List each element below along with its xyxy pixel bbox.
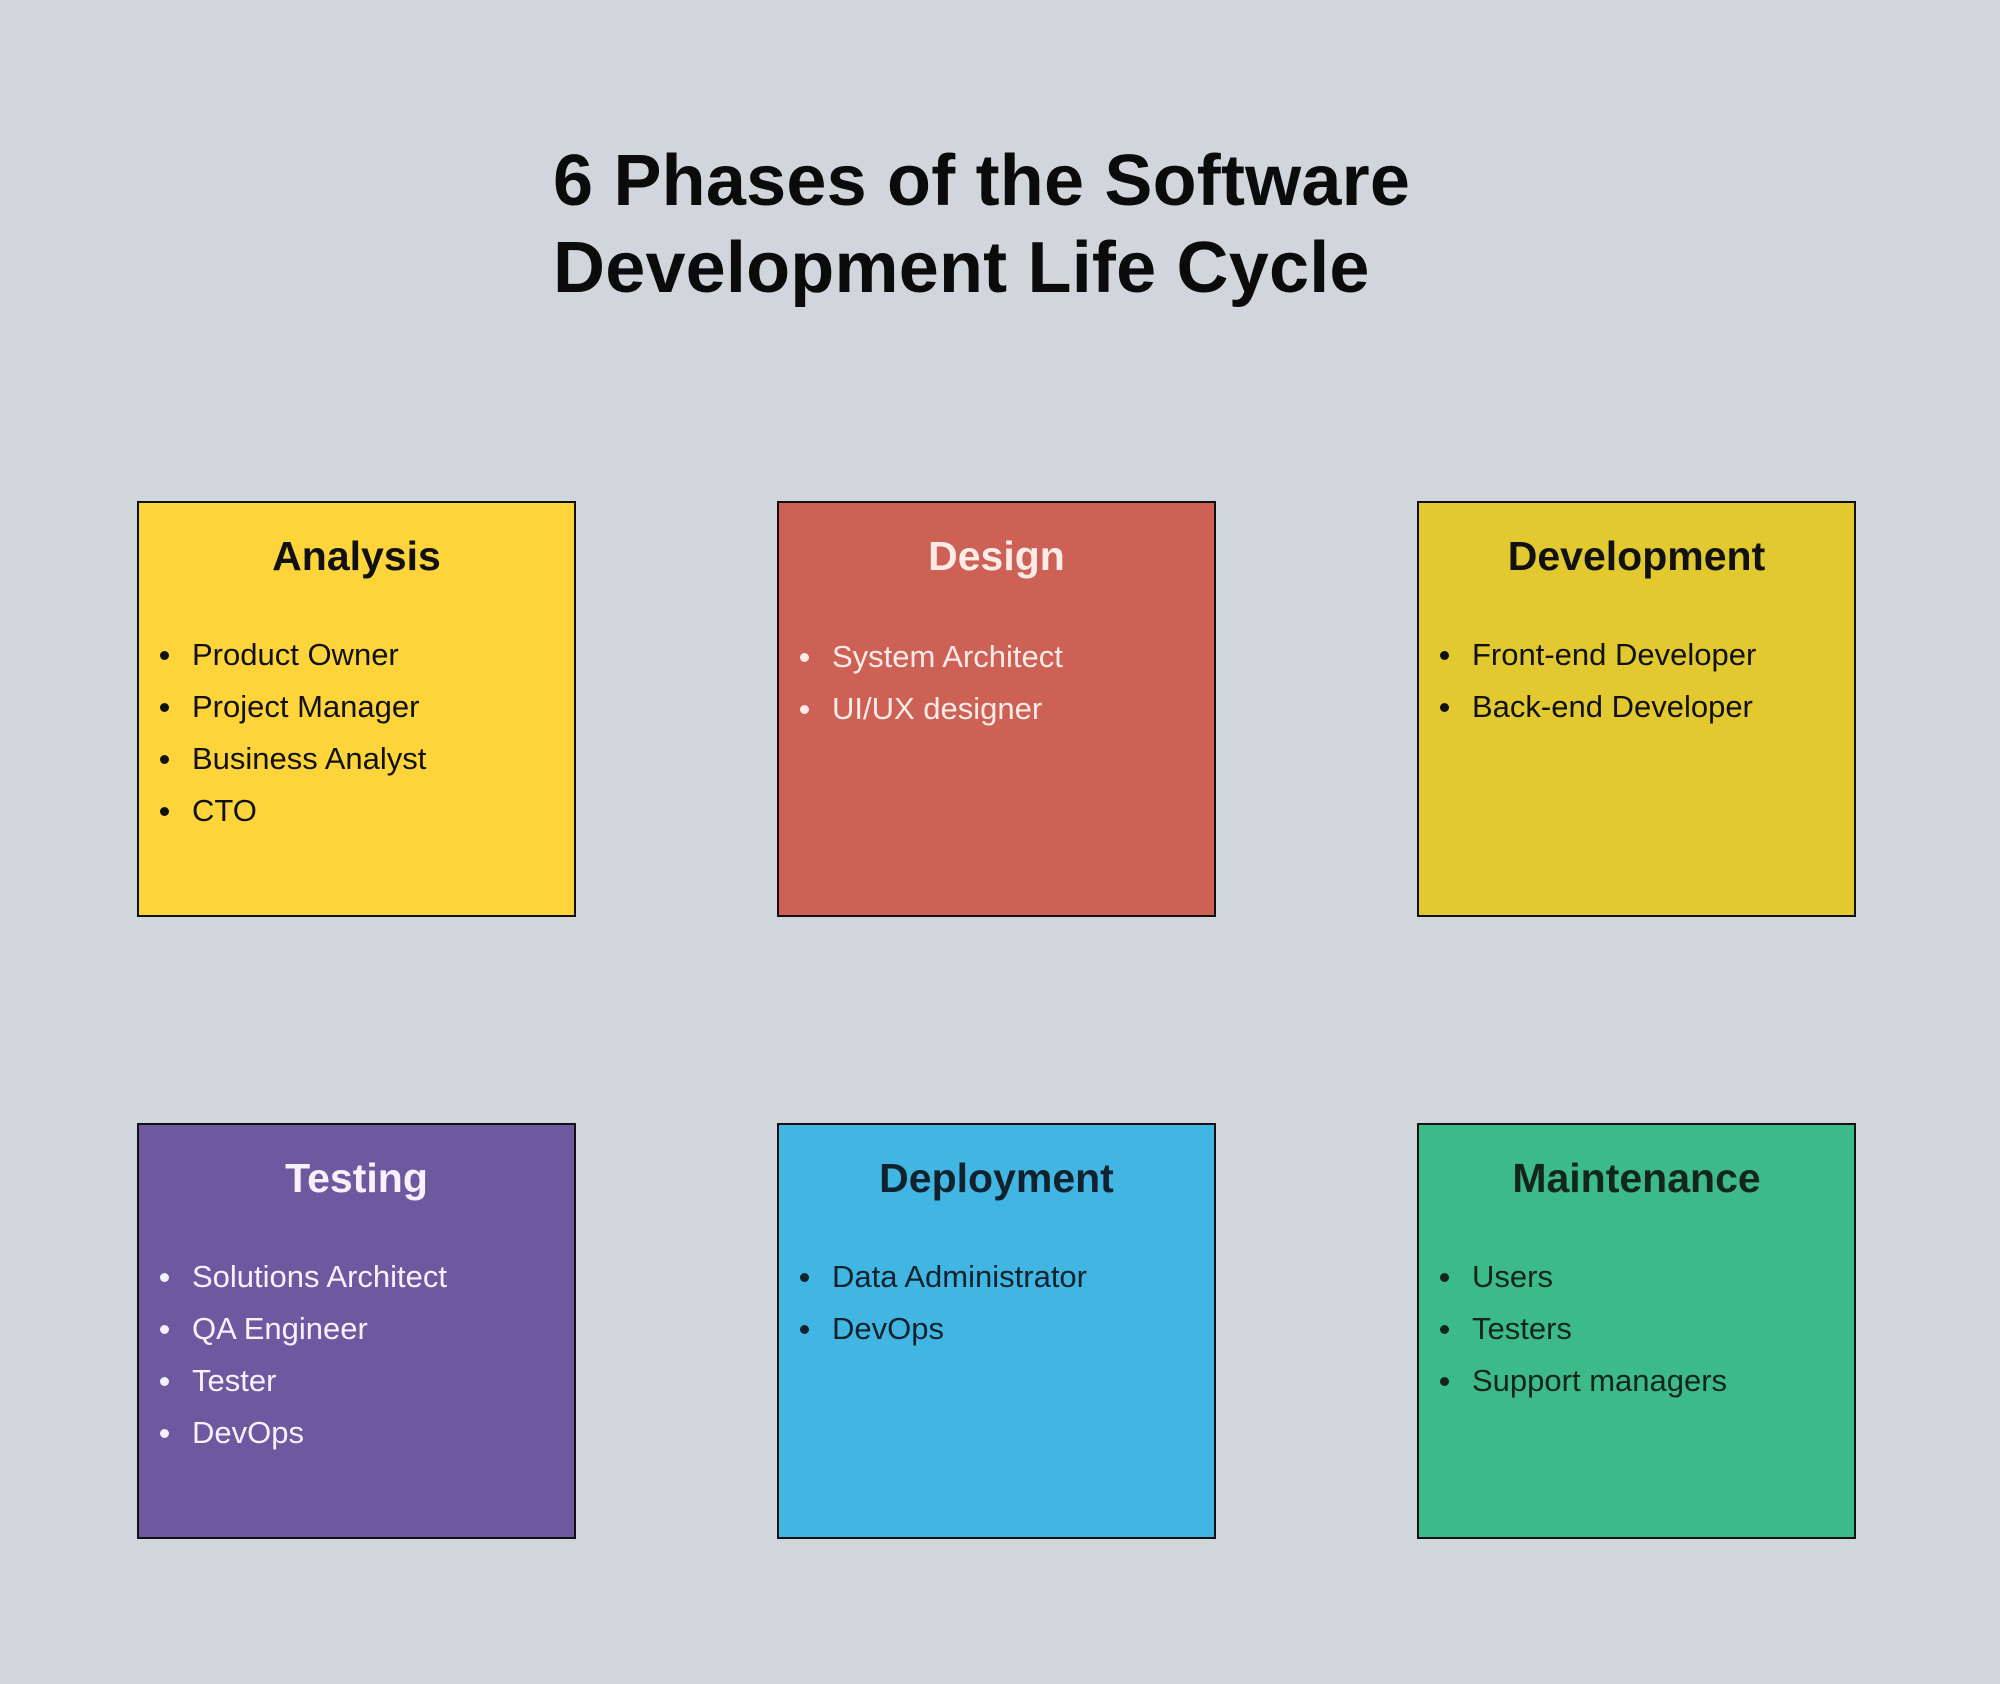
title-line-1: 6 Phases of the Software xyxy=(553,141,1411,221)
phase-heading: Design xyxy=(928,533,1065,579)
bullet-icon xyxy=(160,1429,169,1438)
bullet-icon xyxy=(160,1273,169,1282)
phase-heading: Analysis xyxy=(272,533,441,579)
bullet-icon xyxy=(160,807,169,816)
bullet-icon xyxy=(160,703,169,712)
role-item: Project Manager xyxy=(139,681,574,733)
bullet-icon xyxy=(800,1325,809,1334)
phase-heading: Maintenance xyxy=(1512,1155,1761,1201)
role-label: CTO xyxy=(192,793,257,828)
role-label: Data Administrator xyxy=(832,1259,1087,1294)
role-label: Project Manager xyxy=(192,689,420,724)
bullet-icon xyxy=(800,1273,809,1282)
role-item: QA Engineer xyxy=(139,1303,574,1355)
phase-card-analysis: Analysis Product Owner Project Manager B… xyxy=(137,501,576,917)
bullet-icon xyxy=(1440,703,1449,712)
role-label: Testers xyxy=(1472,1311,1572,1346)
role-label: Front-end Developer xyxy=(1472,637,1757,672)
bullet-icon xyxy=(1440,1377,1449,1386)
role-label: UI/UX designer xyxy=(832,691,1043,726)
role-label: DevOps xyxy=(192,1415,304,1450)
bullet-icon xyxy=(1440,1325,1449,1334)
bullet-icon xyxy=(1440,651,1449,660)
title-line-2: Development Life Cycle xyxy=(553,228,1370,308)
role-label: Product Owner xyxy=(192,637,399,672)
role-item: Testers xyxy=(1419,1303,1854,1355)
role-item: Data Administrator xyxy=(779,1251,1214,1303)
phase-heading: Testing xyxy=(285,1155,428,1201)
role-item: Back-end Developer xyxy=(1419,681,1854,733)
bullet-icon xyxy=(160,1325,169,1334)
bullet-icon xyxy=(800,653,809,662)
role-item: System Architect xyxy=(779,631,1214,683)
role-item: DevOps xyxy=(779,1303,1214,1355)
bullet-icon xyxy=(160,1377,169,1386)
bullet-icon xyxy=(160,755,169,764)
role-label: Support managers xyxy=(1472,1363,1728,1398)
role-label: Tester xyxy=(192,1363,277,1398)
role-list: Data Administrator DevOps xyxy=(779,1251,1214,1355)
role-item: Solutions Architect xyxy=(139,1251,574,1303)
role-list: Product Owner Project Manager Business A… xyxy=(139,629,574,837)
role-list: Solutions Architect QA Engineer Tester D… xyxy=(139,1251,574,1459)
phase-card-design: Design System Architect UI/UX designer xyxy=(777,501,1216,917)
bullet-icon xyxy=(800,705,809,714)
role-label: System Architect xyxy=(832,639,1063,674)
phase-heading: Development xyxy=(1507,533,1766,579)
role-label: Back-end Developer xyxy=(1472,689,1753,724)
phase-card-testing: Testing Solutions Architect QA Engineer … xyxy=(137,1123,576,1539)
bullet-icon xyxy=(160,651,169,660)
phase-card-deployment: Deployment Data Administrator DevOps xyxy=(777,1123,1216,1539)
role-label: Users xyxy=(1472,1259,1553,1294)
role-item: UI/UX designer xyxy=(779,683,1214,735)
role-item: Users xyxy=(1419,1251,1854,1303)
phase-card-maintenance: Maintenance Users Testers Support manage… xyxy=(1417,1123,1856,1539)
role-list: System Architect UI/UX designer xyxy=(779,631,1214,735)
role-item: Product Owner xyxy=(139,629,574,681)
role-label: Solutions Architect xyxy=(192,1259,448,1294)
role-label: QA Engineer xyxy=(192,1311,368,1346)
page-title: 6 Phases of the Software Development Lif… xyxy=(553,138,1410,312)
role-item: Front-end Developer xyxy=(1419,629,1854,681)
phase-card-development: Development Front-end Developer Back-end… xyxy=(1417,501,1856,917)
role-list: Front-end Developer Back-end Developer xyxy=(1419,629,1854,733)
role-label: Business Analyst xyxy=(192,741,427,776)
role-item: DevOps xyxy=(139,1407,574,1459)
role-label: DevOps xyxy=(832,1311,944,1346)
bullet-icon xyxy=(1440,1273,1449,1282)
role-item: Support managers xyxy=(1419,1355,1854,1407)
role-item: CTO xyxy=(139,785,574,837)
phase-heading: Deployment xyxy=(879,1155,1114,1201)
role-list: Users Testers Support managers xyxy=(1419,1251,1854,1407)
role-item: Business Analyst xyxy=(139,733,574,785)
role-item: Tester xyxy=(139,1355,574,1407)
